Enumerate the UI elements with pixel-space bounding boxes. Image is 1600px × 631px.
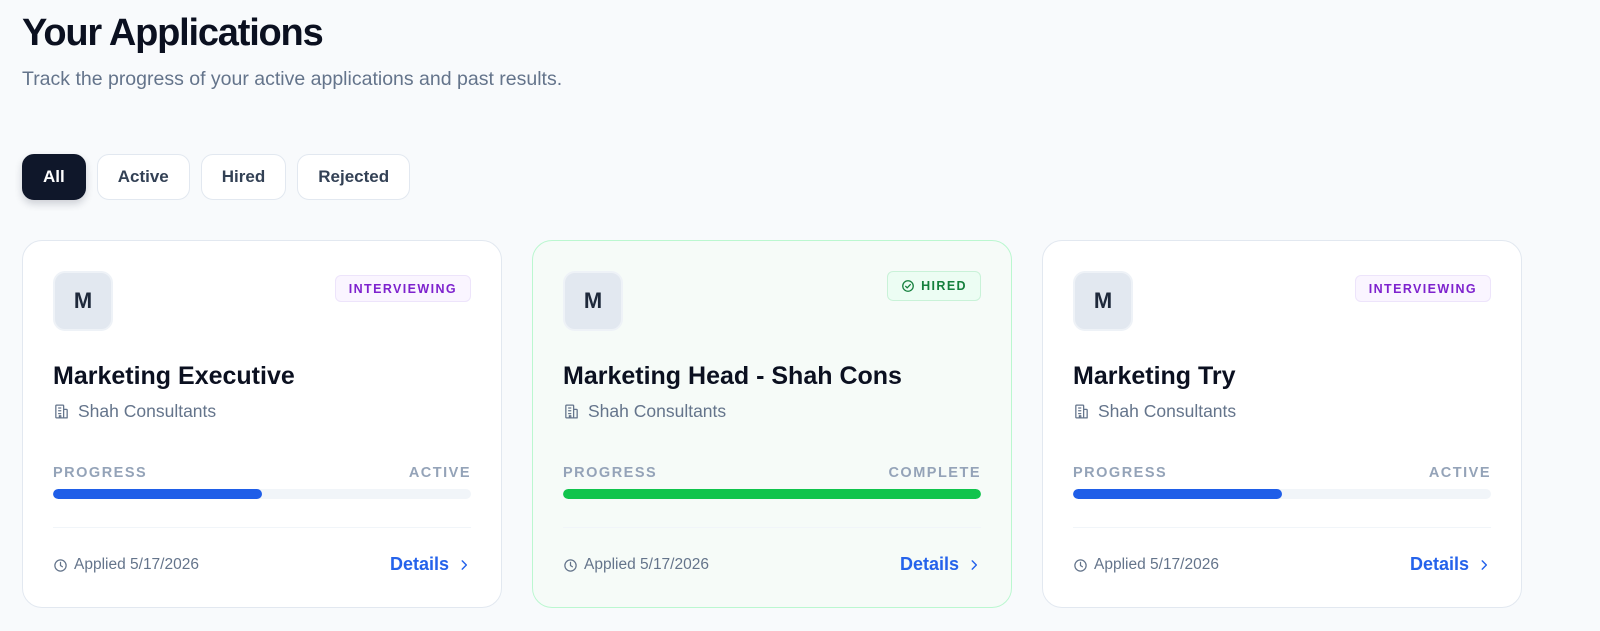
- progress-label: PROGRESS: [1073, 465, 1168, 481]
- company-row: Shah Consultants: [1073, 401, 1236, 422]
- status-badge: INTERVIEWING: [1354, 275, 1491, 302]
- application-card: M HIRED Marketing Head - Shah Cons Shah …: [532, 240, 1012, 608]
- status-badge-label: INTERVIEWING: [1368, 281, 1477, 296]
- clock-icon: [1074, 558, 1087, 572]
- building-icon: [565, 404, 578, 419]
- applied-date-text: Applied 5/17/2026: [584, 556, 709, 573]
- company-logo: M: [1073, 271, 1133, 331]
- progress-bar: [563, 489, 981, 499]
- progress-bar-fill: [563, 489, 981, 499]
- company-name: Shah Consultants: [588, 401, 727, 421]
- applied-date-text: Applied 5/17/2026: [1094, 556, 1219, 573]
- company-logo: M: [563, 271, 623, 331]
- page-subtitle: Track the progress of your active applic…: [22, 68, 563, 90]
- divider: [563, 527, 981, 528]
- company-row: Shah Consultants: [53, 401, 216, 422]
- status-badge-label: HIRED: [921, 279, 967, 293]
- progress-header: PROGRESS ACTIVE: [53, 465, 471, 481]
- application-card: M INTERVIEWING Marketing Try Shah Consul…: [1042, 240, 1522, 608]
- progress-state: ACTIVE: [1428, 465, 1491, 481]
- status-badge-label: INTERVIEWING: [348, 281, 457, 296]
- progress-bar: [53, 489, 471, 499]
- chevron-right-icon: [461, 559, 468, 570]
- progress-label: PROGRESS: [563, 465, 658, 481]
- filter-all-button[interactable]: All: [22, 154, 86, 200]
- progress-header: PROGRESS ACTIVE: [1073, 465, 1491, 481]
- page-title: Your Applications: [22, 12, 324, 54]
- progress-bar-fill: [53, 489, 262, 499]
- progress-state: COMPLETE: [888, 465, 981, 481]
- details-link[interactable]: Details: [390, 554, 471, 575]
- filter-active-button[interactable]: Active: [96, 154, 190, 200]
- status-badge: INTERVIEWING: [334, 275, 471, 302]
- chevron-right-icon: [971, 559, 978, 570]
- applied-date: Applied 5/17/2026: [563, 556, 709, 574]
- filter-hired-button[interactable]: Hired: [200, 154, 287, 200]
- divider: [1073, 527, 1491, 528]
- status-badge: HIRED: [887, 271, 981, 301]
- chevron-right-icon: [1481, 559, 1488, 570]
- company-name: Shah Consultants: [1098, 401, 1237, 421]
- building-icon: [1075, 404, 1088, 419]
- progress-bar-fill: [1073, 489, 1282, 499]
- progress-bar: [1073, 489, 1491, 499]
- details-label: Details: [899, 554, 959, 574]
- application-card: M INTERVIEWING Marketing Executive Shah …: [22, 240, 502, 608]
- divider: [53, 527, 471, 528]
- applications-grid: M INTERVIEWING Marketing Executive Shah …: [22, 240, 1522, 608]
- progress-label: PROGRESS: [53, 465, 148, 481]
- job-title: Marketing Head - Shah Cons: [563, 362, 902, 390]
- company-logo: M: [53, 271, 113, 331]
- details-label: Details: [389, 554, 449, 574]
- applied-date-text: Applied 5/17/2026: [74, 556, 199, 573]
- progress-state: ACTIVE: [408, 465, 471, 481]
- company-row: Shah Consultants: [563, 401, 726, 422]
- building-icon: [55, 404, 68, 419]
- details-link[interactable]: Details: [1410, 554, 1491, 575]
- details-link[interactable]: Details: [900, 554, 981, 575]
- applied-date: Applied 5/17/2026: [1073, 556, 1219, 574]
- clock-icon: [564, 558, 577, 572]
- clock-icon: [54, 558, 67, 572]
- progress-header: PROGRESS COMPLETE: [563, 465, 981, 481]
- job-title: Marketing Executive: [53, 362, 295, 390]
- details-label: Details: [1409, 554, 1469, 574]
- status-filter-tabs: All Active Hired Rejected: [22, 154, 411, 200]
- applied-date: Applied 5/17/2026: [53, 556, 199, 574]
- job-title: Marketing Try: [1073, 362, 1236, 390]
- company-name: Shah Consultants: [78, 401, 217, 421]
- check-circle-icon: [902, 280, 914, 292]
- filter-rejected-button[interactable]: Rejected: [297, 154, 411, 200]
